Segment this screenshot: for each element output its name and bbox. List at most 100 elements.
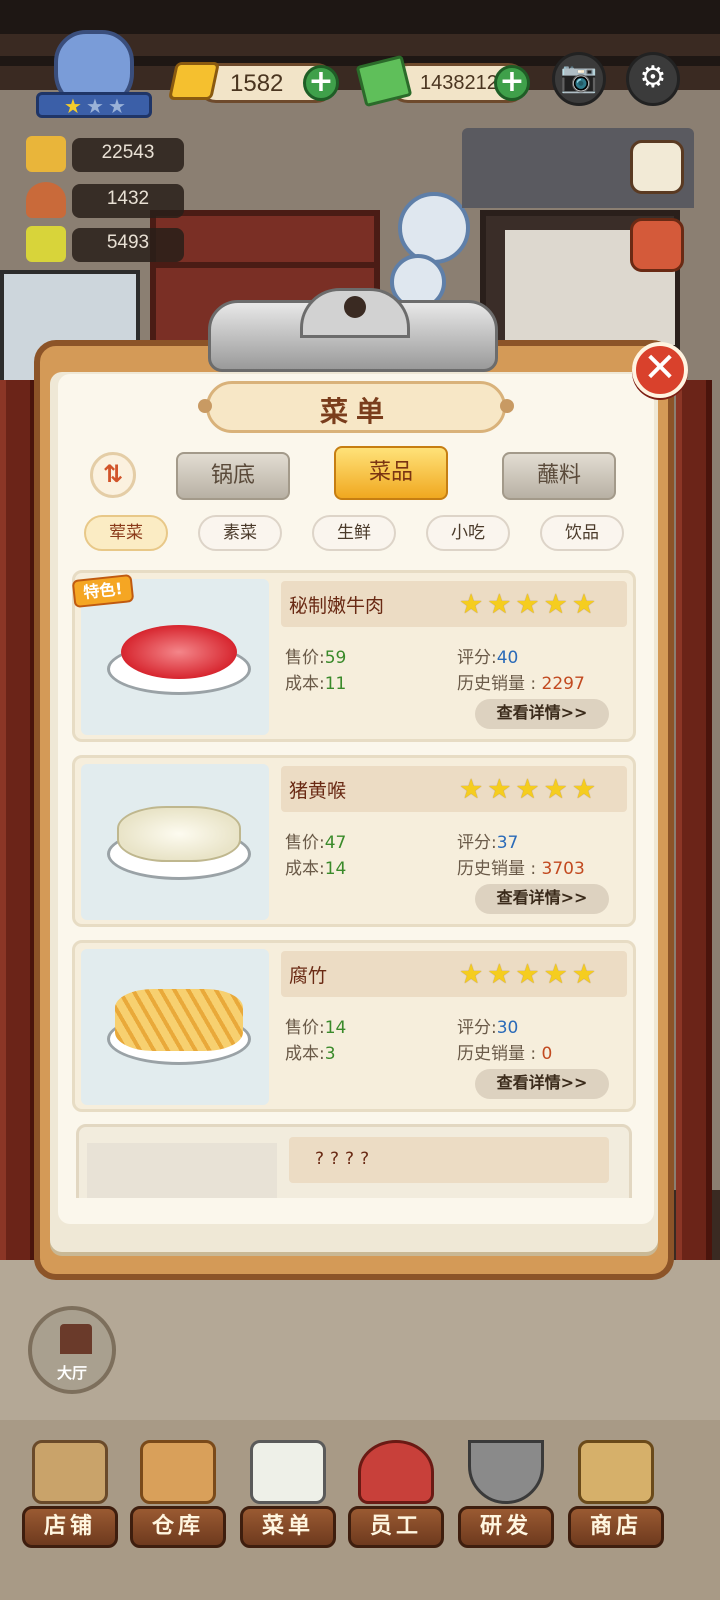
sales-field: 历史销量 : 3703 <box>457 859 585 879</box>
rating-stars: ★★★★★ <box>459 774 601 805</box>
rating-field: 评分:40 <box>457 648 519 668</box>
dish-card[interactable]: 秘制嫩牛肉 ★★★★★ 售价:59 成本:11 评分:40 历史销量 : 229… <box>71 570 636 742</box>
cost-value: 3 <box>324 1044 336 1064</box>
stat-value: 5493 <box>106 232 150 253</box>
nav-menu[interactable]: 菜单 <box>236 1434 340 1560</box>
cost-label: 成本 <box>285 859 319 879</box>
nav-label: 仓库 <box>130 1506 226 1548</box>
shelf-board <box>150 262 380 268</box>
nav-warehouse[interactable]: 仓库 <box>126 1434 230 1560</box>
locked-dish-card[interactable]: ???? 评分 6 成本 10 售价 6 <box>76 1124 632 1198</box>
tab-dishes[interactable]: 菜品 <box>334 446 448 500</box>
nav-staff[interactable]: 员工 <box>344 1434 448 1560</box>
view-details-button[interactable]: 查看详情>> <box>475 699 609 729</box>
dish-image <box>81 949 269 1105</box>
dish-name: 猪黄喉 <box>289 780 347 802</box>
ceiling-beam <box>0 0 720 34</box>
dish-card[interactable]: 猪黄喉 ★★★★★ 售价:47 成本:14 评分:37 历史销量 : 3703 … <box>72 755 636 927</box>
add-cash-button[interactable]: + <box>494 65 530 101</box>
sales-label: 历史销量 <box>457 1044 525 1064</box>
rank-star-icon: ★ <box>64 94 82 118</box>
dish-list[interactable]: 秘制嫩牛肉 ★★★★★ 售价:59 成本:11 评分:40 历史销量 : 229… <box>64 562 644 1198</box>
locked-rating-label: 评分 <box>315 1197 347 1198</box>
price-label: 售价 <box>285 648 319 668</box>
task-scroll-icon[interactable] <box>630 218 684 272</box>
rank-star-icon: ★ <box>86 94 104 118</box>
price-field: 售价:47 <box>285 833 347 853</box>
cost-label: 成本 <box>285 674 319 694</box>
dish-card[interactable]: 腐竹 ★★★★★ 售价:14 成本:3 评分:30 历史销量 : 0 查看详情>… <box>72 940 636 1112</box>
rating-label: 评分 <box>457 648 491 668</box>
nav-label: 店铺 <box>22 1506 118 1548</box>
nav-label: 员工 <box>348 1506 444 1548</box>
rating-field: 评分:37 <box>457 833 519 853</box>
locked-cost-label: 成本 <box>419 1197 451 1198</box>
price-value: 59 <box>324 648 347 668</box>
price-label: 售价 <box>285 1018 319 1038</box>
rating-value: 30 <box>496 1018 519 1038</box>
menu-clipboard-icon <box>250 1440 326 1504</box>
rating-value: 37 <box>496 833 519 853</box>
dish-name: 秘制嫩牛肉 <box>289 595 385 617</box>
sales-label: 历史销量 <box>457 674 525 694</box>
nav-store[interactable]: 商店 <box>564 1434 668 1560</box>
cost-field: 成本:11 <box>285 674 347 694</box>
cost-value: 11 <box>324 674 347 694</box>
tab-pot-base[interactable]: 锅底 <box>176 452 290 500</box>
ticket-icon <box>26 226 66 262</box>
beef-slices <box>121 625 237 679</box>
rank-star-icon: ★ <box>108 94 126 118</box>
gear-icon[interactable]: ⚙ <box>626 52 680 106</box>
price-field: 售价:14 <box>285 1018 347 1038</box>
category-vegetable[interactable]: 素菜 <box>198 515 282 551</box>
tofu-skin-sticks <box>115 989 243 1051</box>
nav-research[interactable]: 研发 <box>454 1434 558 1560</box>
close-button[interactable]: ✕ <box>632 342 688 398</box>
rating-value: 40 <box>496 648 519 668</box>
store-stall-icon <box>578 1440 654 1504</box>
category-meat[interactable]: 荤菜 <box>84 515 168 551</box>
locked-cost: 成本 10 <box>419 1193 476 1198</box>
nav-label: 商店 <box>568 1506 664 1548</box>
locked-price-value: 6 <box>556 1197 566 1198</box>
add-gold-button[interactable]: + <box>303 65 339 101</box>
tab-dipping-sauce[interactable]: 蘸料 <box>502 452 616 500</box>
hall-button[interactable]: 大厅 <box>28 1306 116 1394</box>
rating-field: 评分:30 <box>457 1018 519 1038</box>
rating-label: 评分 <box>457 1018 491 1038</box>
price-field: 售价:59 <box>285 648 347 668</box>
nav-label: 研发 <box>458 1506 554 1548</box>
camera-icon[interactable]: 📷 <box>552 52 606 106</box>
locked-rating-value: 6 <box>352 1197 362 1198</box>
restaurant-rank-badge[interactable]: ★ ★ ★ <box>36 30 152 126</box>
category-snack[interactable]: 小吃 <box>426 515 510 551</box>
hall-label: 大厅 <box>56 1364 87 1382</box>
stat-value: 22543 <box>101 142 155 163</box>
sort-icon[interactable]: ⇅ <box>90 452 136 498</box>
clip-hole <box>344 296 366 318</box>
rating-stars: ★★★★★ <box>459 959 601 990</box>
rating-label: 评分 <box>457 833 491 853</box>
guide-book-icon[interactable] <box>630 140 684 194</box>
locked-dish-name: ???? <box>315 1149 376 1169</box>
nav-label: 菜单 <box>240 1506 336 1548</box>
locked-price: 售价 6 <box>519 1193 566 1198</box>
category-fresh[interactable]: 生鲜 <box>312 515 396 551</box>
price-label: 售价 <box>285 833 319 853</box>
locked-rating: 评分 6 <box>315 1193 362 1198</box>
gold-ingot-icon <box>167 62 221 100</box>
nav-shop[interactable]: 店铺 <box>18 1434 122 1560</box>
cost-label: 成本 <box>285 1044 319 1064</box>
dish-name: 腐竹 <box>289 965 328 987</box>
sales-field: 历史销量 : 2297 <box>457 674 585 694</box>
cash-value: 1438212 <box>420 72 498 94</box>
staff-chef-icon <box>358 1440 434 1504</box>
sales-value: 3703 <box>541 859 585 879</box>
sales-label: 历史销量 <box>457 859 525 879</box>
sales-value: 2297 <box>541 674 585 694</box>
category-drink[interactable]: 饮品 <box>540 515 624 551</box>
cloche-icon <box>26 182 66 218</box>
locked-price-label: 售价 <box>519 1197 551 1198</box>
view-details-button[interactable]: 查看详情>> <box>475 884 609 914</box>
view-details-button[interactable]: 查看详情>> <box>475 1069 609 1099</box>
